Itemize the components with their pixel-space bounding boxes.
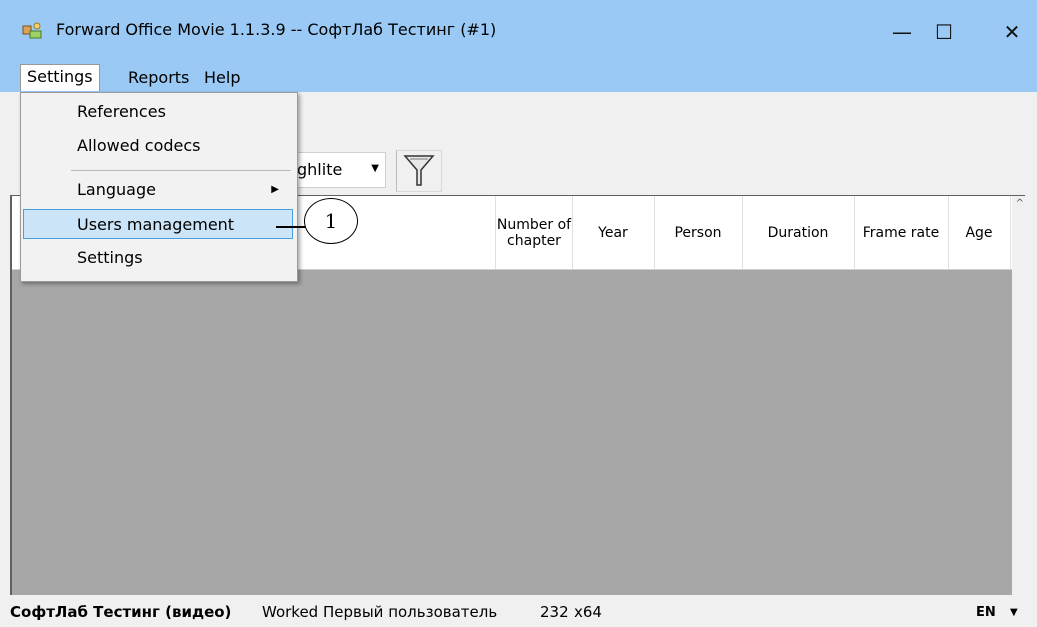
vertical-scrollbar[interactable]: ^: [1012, 196, 1025, 596]
column-header-frame-rate[interactable]: Frame rate: [854, 196, 949, 269]
chevron-down-icon: ▼: [371, 163, 379, 174]
combo-value: ghlite: [297, 160, 343, 179]
submenu-arrow-icon: ▶: [271, 184, 279, 195]
menu-reports[interactable]: Reports: [122, 66, 195, 90]
menu-item-allowed-codecs[interactable]: Allowed codecs: [23, 131, 293, 161]
column-header-age[interactable]: Age: [948, 196, 1011, 269]
menu-separator: [71, 170, 291, 171]
scroll-up-icon[interactable]: ^: [1016, 198, 1024, 209]
menu-item-label: References: [77, 102, 166, 121]
filter-icon: [403, 155, 435, 186]
menu-settings[interactable]: Settings: [20, 64, 100, 91]
menu-item-language[interactable]: Language ▶: [23, 175, 293, 205]
menu-bar: Settings Reports Help: [0, 62, 1037, 92]
title-bar: Forward Office Movie 1.1.3.9 -- СофтЛаб …: [0, 0, 1037, 62]
menu-item-users-management[interactable]: Users management: [23, 209, 293, 239]
menu-item-label: Users management: [77, 215, 235, 234]
app-icon: [22, 22, 42, 39]
menu-item-label: Settings: [77, 248, 143, 267]
highlight-combo[interactable]: ghlite ▼: [292, 152, 386, 188]
filter-button[interactable]: [396, 150, 442, 192]
menu-item-references[interactable]: References: [23, 97, 293, 127]
menu-item-settings[interactable]: Settings: [23, 243, 293, 273]
column-header-duration[interactable]: Duration: [742, 196, 855, 269]
maximize-button[interactable]: ☐: [922, 10, 966, 54]
minimize-button[interactable]: —: [880, 10, 924, 54]
status-company: СофтЛаб Тестинг (видео): [10, 603, 232, 621]
column-header-year[interactable]: Year: [572, 196, 655, 269]
menu-item-label: Language: [77, 180, 156, 199]
settings-dropdown-menu: References Allowed codecs Language ▶ Use…: [20, 92, 298, 282]
window-title: Forward Office Movie 1.1.3.9 -- СофтЛаб …: [56, 20, 497, 39]
status-user: Worked Первый пользователь: [262, 603, 498, 621]
status-bar: СофтЛаб Тестинг (видео) Worked Первый по…: [0, 595, 1037, 627]
column-header-number-of-chapter[interactable]: Number of chapter: [496, 196, 573, 269]
column-header-person[interactable]: Person: [654, 196, 743, 269]
close-button[interactable]: ✕: [990, 10, 1034, 54]
language-dropdown-icon[interactable]: ▼: [1010, 607, 1018, 618]
status-arch: x64: [574, 603, 602, 621]
menu-help[interactable]: Help: [198, 66, 246, 90]
callout-badge: 1: [304, 198, 358, 244]
language-indicator[interactable]: EN: [976, 605, 996, 620]
menu-item-label: Allowed codecs: [77, 136, 201, 155]
status-count: 232: [540, 603, 569, 621]
